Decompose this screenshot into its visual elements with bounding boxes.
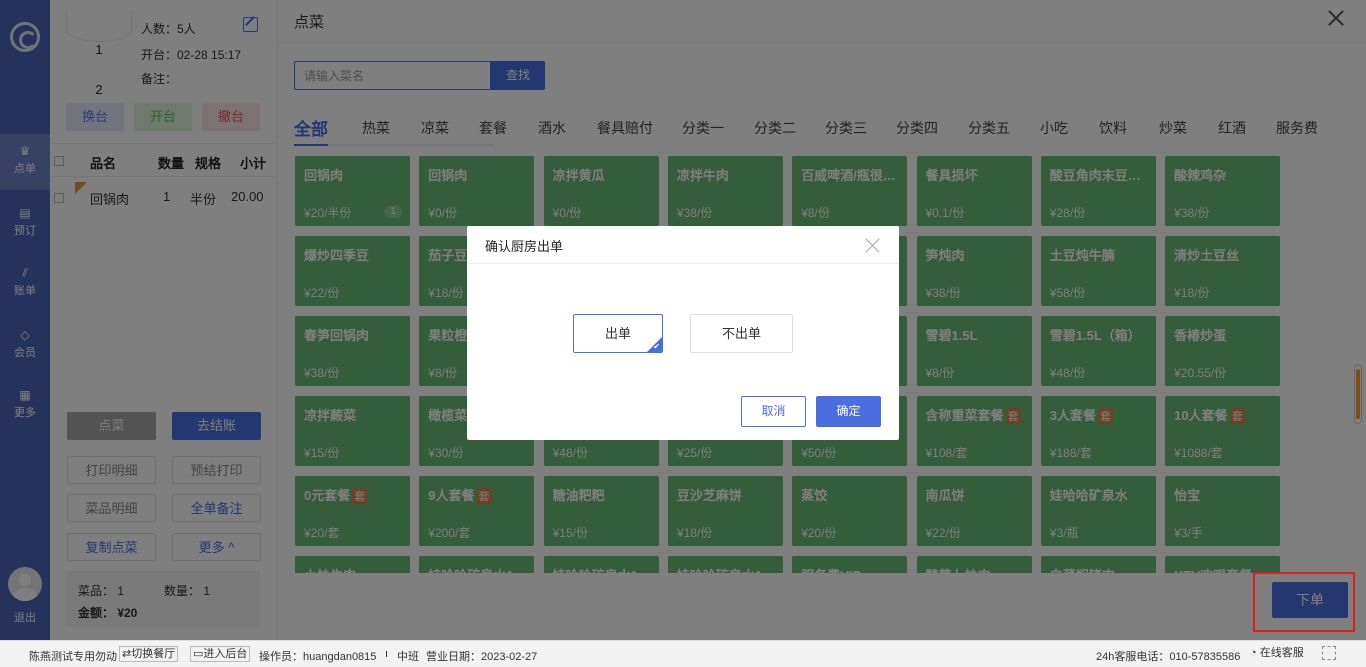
store-name: 陈燕测试专用勿动: [29, 651, 117, 663]
close-icon[interactable]: [865, 237, 881, 253]
headset-icon: ◔: [1250, 647, 1257, 659]
status-bar: 陈燕测试专用勿动 ⇄切换餐厅 ▭进入后台 操作员：huangdan0815 ı …: [0, 640, 1366, 667]
cancel-button[interactable]: 取消: [741, 396, 806, 427]
shift-icon: ı: [385, 648, 389, 660]
highlight-box: [1253, 572, 1355, 632]
confirm-button[interactable]: 确定: [816, 396, 881, 427]
business-date: 营业日期：2023-02-27: [426, 651, 538, 663]
operator: 操作员：huangdan0815: [259, 651, 377, 663]
option-print-label: 出单: [604, 326, 631, 341]
check-icon: ✔: [653, 342, 660, 351]
online-service[interactable]: ◔ 在线客服: [1248, 646, 1306, 660]
service-phone: 24h客服电话：010-57835586: [1096, 651, 1241, 663]
fullscreen-icon[interactable]: [1322, 646, 1336, 660]
backend-button[interactable]: ▭进入后台: [190, 646, 251, 662]
dialog-title: 确认厨房出单: [485, 239, 564, 254]
shift: 中班: [397, 651, 419, 663]
option-print[interactable]: 出单 ✔: [573, 314, 663, 353]
switch-store-button[interactable]: ⇄切换餐厅: [119, 646, 179, 662]
online-service-label: 在线客服: [1259, 647, 1304, 659]
confirm-kitchen-dialog: 确认厨房出单 出单 ✔ 不出单 取消 确定: [467, 226, 899, 440]
option-no-print[interactable]: 不出单: [690, 314, 793, 353]
